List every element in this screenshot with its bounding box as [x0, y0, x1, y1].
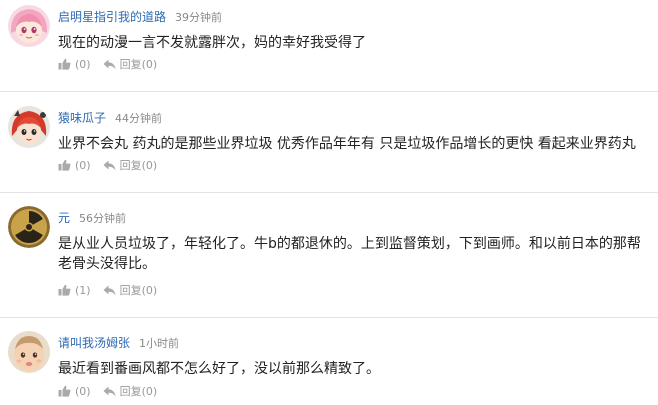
- username[interactable]: 请叫我汤姆张: [58, 336, 130, 350]
- like-button[interactable]: (1): [58, 284, 91, 297]
- avatar[interactable]: [8, 106, 50, 148]
- thumbs-up-icon: [58, 284, 71, 296]
- radiation-icon: [8, 206, 50, 248]
- comment-meta: 请叫我汤姆张 1小时前: [58, 332, 179, 350]
- reply-arrow-icon: [103, 285, 116, 295]
- username[interactable]: 启明星指引我的道路: [58, 10, 166, 24]
- reply-button[interactable]: 回复 (0): [103, 157, 158, 173]
- username[interactable]: 元: [58, 211, 70, 225]
- timestamp: 39分钟前: [175, 11, 223, 24]
- comment-meta: 启明星指引我的道路 39分钟前: [58, 6, 222, 24]
- comment-text: 最近看到番画风都不怎么好了，没以前那么精致了。: [58, 361, 380, 377]
- reply-label: 回复: [119, 385, 142, 398]
- comment-divider: [0, 192, 658, 193]
- comment-text: 现在的动漫一言不发就露胖次，妈的幸好我受得了: [58, 35, 366, 51]
- reply-count: (0): [141, 158, 158, 172]
- reply-button[interactable]: 回复 (0): [103, 282, 158, 298]
- like-button[interactable]: (0): [58, 58, 91, 71]
- reply-button[interactable]: 回复 (0): [103, 56, 158, 72]
- red-hair-avatar-icon: [8, 106, 50, 148]
- like-count: (0): [75, 57, 91, 71]
- comment-meta: 猿味瓜子 44分钟前: [58, 107, 162, 125]
- like-count: (1): [75, 283, 91, 297]
- timestamp: 1小时前: [139, 337, 180, 350]
- reply-label: 回复: [119, 159, 142, 172]
- reply-arrow-icon: [103, 59, 116, 69]
- reply-label: 回复: [119, 284, 142, 297]
- reply-label: 回复: [119, 58, 142, 71]
- username[interactable]: 猿味瓜子: [58, 111, 106, 125]
- thumbs-up-icon: [58, 159, 71, 171]
- timestamp: 44分钟前: [115, 112, 163, 125]
- comment-actions: (1) 回复 (0): [58, 282, 157, 298]
- comment-divider: [0, 317, 658, 318]
- reply-button[interactable]: 回复 (0): [103, 383, 158, 399]
- comment-actions: (0) 回复 (0): [58, 56, 157, 72]
- thumbs-up-icon: [58, 385, 71, 397]
- comment-text: 业界不会丸 药丸的是那些业界垃圾 优秀作品年年有 只是垃圾作品增长的更快 看起来…: [58, 136, 636, 152]
- like-count: (0): [75, 384, 91, 398]
- pink-hair-avatar-icon: [8, 5, 50, 47]
- comment-meta: 元 56分钟前: [58, 207, 126, 225]
- timestamp: 56分钟前: [79, 212, 127, 225]
- avatar[interactable]: [8, 206, 50, 248]
- reply-count: (0): [141, 283, 158, 297]
- reply-arrow-icon: [103, 160, 116, 170]
- comment-actions: (0) 回复 (0): [58, 383, 157, 399]
- thumbs-up-icon: [58, 58, 71, 70]
- like-button[interactable]: (0): [58, 385, 91, 398]
- reply-count: (0): [141, 57, 158, 71]
- like-button[interactable]: (0): [58, 159, 91, 172]
- baby-avatar-icon: [8, 331, 50, 373]
- reply-count: (0): [141, 384, 158, 398]
- avatar[interactable]: [8, 331, 50, 373]
- comment-actions: (0) 回复 (0): [58, 157, 157, 173]
- reply-arrow-icon: [103, 386, 116, 396]
- avatar[interactable]: [8, 5, 50, 47]
- like-count: (0): [75, 158, 91, 172]
- comment-text: 是从业人员垃圾了，年轻化了。牛b的都退休的。上到监督策划，下到画师。和以前日本的…: [58, 236, 641, 272]
- comment-divider: [0, 91, 658, 92]
